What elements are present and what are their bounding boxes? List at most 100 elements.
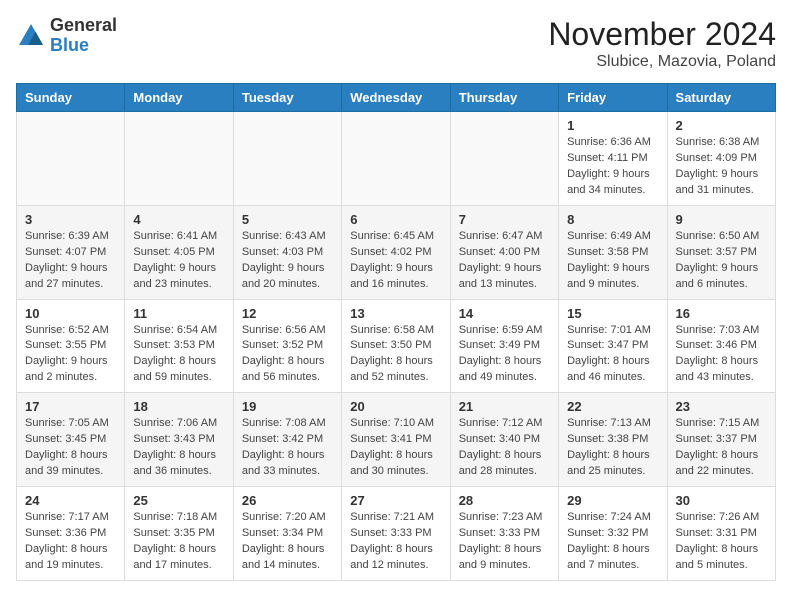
logo-icon — [16, 21, 46, 51]
calendar-cell: 14Sunrise: 6:59 AMSunset: 3:49 PMDayligh… — [450, 299, 558, 393]
day-detail: Sunrise: 7:18 AMSunset: 3:35 PMDaylight:… — [133, 510, 224, 574]
day-number: 25 — [133, 493, 224, 508]
calendar-cell: 10 Sunrise: 6:52 AMSunset: 3:55 PMDayligh… — [17, 299, 125, 393]
day-number: 2 — [676, 118, 767, 133]
calendar-cell: 20 Sunrise: 7:10 AMSunset: 3:41 PMDayligh… — [342, 393, 450, 487]
day-number: 15 — [567, 306, 658, 321]
day-number: 10 — [25, 306, 116, 321]
day-detail: Sunrise: 7:10 AMSunset: 3:41 PMDaylight:… — [350, 416, 441, 480]
day-detail: Sunrise: 6:41 AMSunset: 4:05 PMDaylight:… — [133, 229, 224, 293]
calendar-cell: 26 Sunrise: 7:20 AMSunset: 3:34 PMDayligh… — [233, 487, 341, 581]
calendar-cell: 9 Sunrise: 6:50 AMSunset: 3:57 PMDaylight… — [667, 205, 775, 299]
day-number: 12 — [242, 306, 333, 321]
calendar-cell: 30 Sunrise: 7:26 AMSunset: 3:31 PMDayligh… — [667, 487, 775, 581]
page-header: General Blue November 2024 Slubice, Mazo… — [16, 16, 776, 71]
day-number: 9 — [676, 212, 767, 227]
day-detail: Sunrise: 7:06 AMSunset: 3:43 PMDaylight:… — [133, 416, 224, 480]
calendar-cell: 17 Sunrise: 7:05 AMSunset: 3:45 PMDayligh… — [17, 393, 125, 487]
calendar-week-row: 24 Sunrise: 7:17 AMSunset: 3:36 PMDayligh… — [17, 487, 776, 581]
day-number: 17 — [25, 399, 116, 414]
page-subtitle: Slubice, Mazovia, Poland — [548, 53, 776, 71]
day-number: 13 — [350, 306, 441, 321]
day-detail: Sunrise: 7:21 AMSunset: 3:33 PMDaylight:… — [350, 510, 441, 574]
title-area: November 2024 Slubice, Mazovia, Poland — [548, 16, 776, 71]
day-detail: Sunrise: 7:20 AMSunset: 3:34 PMDaylight:… — [242, 510, 333, 574]
day-detail: Sunrise: 6:56 AMSunset: 3:52 PMDaylight:… — [242, 323, 333, 387]
page-title: November 2024 — [548, 16, 776, 53]
calendar-cell — [17, 112, 125, 206]
day-number: 20 — [350, 399, 441, 414]
day-number: 30 — [676, 493, 767, 508]
day-detail: Sunrise: 7:26 AMSunset: 3:31 PMDaylight:… — [676, 510, 767, 574]
calendar-cell: 22 Sunrise: 7:13 AMSunset: 3:38 PMDayligh… — [559, 393, 667, 487]
day-number: 8 — [567, 212, 658, 227]
header-tuesday: Tuesday — [233, 84, 341, 112]
day-detail: Sunrise: 7:23 AMSunset: 3:33 PMDaylight:… — [459, 510, 550, 574]
day-detail: Sunrise: 7:12 AMSunset: 3:40 PMDaylight:… — [459, 416, 550, 480]
day-number: 18 — [133, 399, 224, 414]
day-detail: Sunrise: 6:49 AMSunset: 3:58 PMDaylight:… — [567, 229, 658, 293]
day-number: 7 — [459, 212, 550, 227]
calendar-cell: 18 Sunrise: 7:06 AMSunset: 3:43 PMDayligh… — [125, 393, 233, 487]
day-number: 1 — [567, 118, 658, 133]
day-detail: Sunrise: 7:03 AMSunset: 3:46 PMDaylight:… — [676, 323, 767, 387]
calendar-cell: 12 Sunrise: 6:56 AMSunset: 3:52 PMDayligh… — [233, 299, 341, 393]
day-detail: Sunrise: 6:54 AMSunset: 3:53 PMDaylight:… — [133, 323, 224, 387]
day-number: 14 — [459, 306, 550, 321]
calendar-cell: 7 Sunrise: 6:47 AMSunset: 4:00 PMDaylight… — [450, 205, 558, 299]
calendar-cell: 29 Sunrise: 7:24 AMSunset: 3:32 PMDayligh… — [559, 487, 667, 581]
day-detail: Sunrise: 7:24 AMSunset: 3:32 PMDaylight:… — [567, 510, 658, 574]
day-number: 26 — [242, 493, 333, 508]
day-detail: Sunrise: 7:05 AMSunset: 3:45 PMDaylight:… — [25, 416, 116, 480]
day-number: 28 — [459, 493, 550, 508]
day-detail: Sunrise: 6:36 AMSunset: 4:11 PMDaylight:… — [567, 135, 658, 199]
day-detail: Sunrise: 7:13 AMSunset: 3:38 PMDaylight:… — [567, 416, 658, 480]
calendar-cell: 5Sunrise: 6:43 AMSunset: 4:03 PMDaylight… — [233, 205, 341, 299]
calendar-cell: 2Sunrise: 6:38 AMSunset: 4:09 PMDaylight… — [667, 112, 775, 206]
calendar-cell: 4 Sunrise: 6:41 AMSunset: 4:05 PMDaylight… — [125, 205, 233, 299]
header-sunday: Sunday — [17, 84, 125, 112]
calendar-cell — [233, 112, 341, 206]
day-number: 27 — [350, 493, 441, 508]
calendar-cell: 11 Sunrise: 6:54 AMSunset: 3:53 PMDayligh… — [125, 299, 233, 393]
day-number: 21 — [459, 399, 550, 414]
header-thursday: Thursday — [450, 84, 558, 112]
day-number: 22 — [567, 399, 658, 414]
calendar-cell: 24 Sunrise: 7:17 AMSunset: 3:36 PMDayligh… — [17, 487, 125, 581]
calendar-cell: 27 Sunrise: 7:21 AMSunset: 3:33 PMDayligh… — [342, 487, 450, 581]
day-number: 19 — [242, 399, 333, 414]
calendar-cell: 16 Sunrise: 7:03 AMSunset: 3:46 PMDayligh… — [667, 299, 775, 393]
day-detail: Sunrise: 6:39 AMSunset: 4:07 PMDaylight:… — [25, 229, 116, 293]
calendar-week-row: 10 Sunrise: 6:52 AMSunset: 3:55 PMDayligh… — [17, 299, 776, 393]
calendar-cell — [342, 112, 450, 206]
calendar-week-row: 3Sunrise: 6:39 AMSunset: 4:07 PMDaylight… — [17, 205, 776, 299]
calendar-cell: 23 Sunrise: 7:15 AMSunset: 3:37 PMDayligh… — [667, 393, 775, 487]
day-detail: Sunrise: 6:47 AMSunset: 4:00 PMDaylight:… — [459, 229, 550, 293]
day-detail: Sunrise: 7:17 AMSunset: 3:36 PMDaylight:… — [25, 510, 116, 574]
header-wednesday: Wednesday — [342, 84, 450, 112]
day-detail: Sunrise: 7:15 AMSunset: 3:37 PMDaylight:… — [676, 416, 767, 480]
calendar-cell: 1 Sunrise: 6:36 AMSunset: 4:11 PMDaylight… — [559, 112, 667, 206]
header-monday: Monday — [125, 84, 233, 112]
calendar-header-row: SundayMondayTuesdayWednesdayThursdayFrid… — [17, 84, 776, 112]
calendar-cell: 13Sunrise: 6:58 AMSunset: 3:50 PMDayligh… — [342, 299, 450, 393]
day-number: 29 — [567, 493, 658, 508]
header-friday: Friday — [559, 84, 667, 112]
calendar-cell — [125, 112, 233, 206]
calendar-week-row: 17 Sunrise: 7:05 AMSunset: 3:45 PMDayligh… — [17, 393, 776, 487]
calendar-cell: 8 Sunrise: 6:49 AMSunset: 3:58 PMDaylight… — [559, 205, 667, 299]
calendar-cell: 3Sunrise: 6:39 AMSunset: 4:07 PMDaylight… — [17, 205, 125, 299]
day-number: 24 — [25, 493, 116, 508]
calendar-cell: 19 Sunrise: 7:08 AMSunset: 3:42 PMDayligh… — [233, 393, 341, 487]
calendar-cell: 15Sunrise: 7:01 AMSunset: 3:47 PMDayligh… — [559, 299, 667, 393]
day-number: 23 — [676, 399, 767, 414]
day-number: 11 — [133, 306, 224, 321]
calendar-cell: 21 Sunrise: 7:12 AMSunset: 3:40 PMDayligh… — [450, 393, 558, 487]
header-saturday: Saturday — [667, 84, 775, 112]
day-number: 4 — [133, 212, 224, 227]
day-detail: Sunrise: 6:50 AMSunset: 3:57 PMDaylight:… — [676, 229, 767, 293]
day-detail: Sunrise: 7:08 AMSunset: 3:42 PMDaylight:… — [242, 416, 333, 480]
day-number: 16 — [676, 306, 767, 321]
logo: General Blue — [16, 16, 117, 56]
day-detail: Sunrise: 6:52 AMSunset: 3:55 PMDaylight:… — [25, 323, 116, 387]
